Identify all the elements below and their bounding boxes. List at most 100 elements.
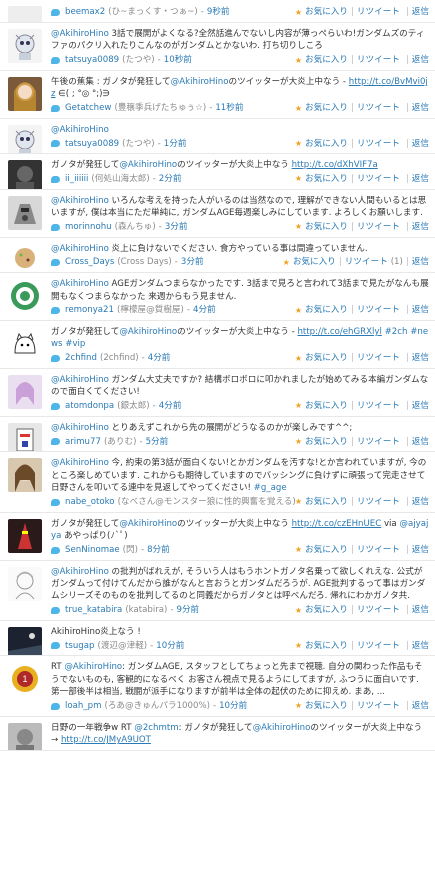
reply-button[interactable]: 返信 [412,604,429,616]
hashtag-link[interactable]: #vip [65,339,85,349]
favorite-button[interactable]: お気に入り [305,6,348,18]
user-avatar[interactable] [8,29,42,63]
username-link[interactable]: beemax2 [65,6,105,18]
retweet-button[interactable]: リツイート [357,436,400,448]
timestamp-link[interactable]: 9分前 [177,604,200,616]
username-link[interactable]: Cross_Days [65,256,114,268]
mention-link[interactable]: @AkihiroHino [51,279,109,289]
username-link[interactable]: Getatchew [65,102,111,114]
username-link[interactable]: loah_pm [65,700,101,712]
hashtag-link[interactable]: #g_age [254,483,287,493]
retweet-button[interactable]: リツイート [357,640,400,652]
retweet-button[interactable]: リツイート [357,544,400,556]
user-avatar[interactable] [8,160,42,189]
user-avatar[interactable] [8,124,42,154]
username-link[interactable]: tatsuya0089 [65,138,119,150]
reply-button[interactable]: 返信 [412,54,429,66]
mention-link[interactable]: @AkihiroHino [51,423,109,433]
timestamp-link[interactable]: 2分前 [159,173,182,185]
timestamp-link[interactable]: 4分前 [159,400,182,412]
user-avatar[interactable] [8,76,42,111]
reply-button[interactable]: 返信 [412,436,429,448]
reply-button[interactable]: 返信 [412,640,429,652]
reply-button[interactable]: 返信 [412,102,429,114]
reply-button[interactable]: 返信 [412,400,429,412]
user-avatar[interactable] [8,279,42,314]
favorite-button[interactable]: お気に入り [305,304,348,316]
reply-button[interactable]: 返信 [412,352,429,364]
timestamp-link[interactable]: 3分前 [181,256,204,268]
retweet-button[interactable]: リツイート [345,256,388,268]
username-link[interactable]: tsugap [65,640,94,652]
tweet-url-link[interactable]: http://t.co/dXhVIF7a [292,160,378,170]
username-link[interactable]: remonya21 [65,304,114,316]
favorite-button[interactable]: お気に入り [305,604,348,616]
hashtag-link[interactable]: #2ch [385,327,408,337]
timestamp-link[interactable]: 8分前 [147,544,170,556]
favorite-button[interactable]: お気に入り [305,221,348,233]
mention-link[interactable]: @AkihiroHino [51,125,109,135]
tweet-url-link[interactable]: http://t.co/JMyA9UOT [61,735,151,745]
user-avatar[interactable] [8,195,42,230]
timestamp-link[interactable]: 1分前 [164,138,187,150]
reply-button[interactable]: 返信 [412,544,429,556]
mention-link[interactable]: @AkihiroHino [51,375,109,385]
user-avatar[interactable] [8,722,42,750]
mention-link[interactable]: @2chmtm [134,723,178,733]
retweet-button[interactable]: リツイート [357,304,400,316]
user-avatar[interactable] [8,374,42,409]
favorite-button[interactable]: お気に入り [305,54,348,66]
user-avatar[interactable] [8,458,42,493]
user-avatar[interactable] [8,243,42,273]
favorite-button[interactable]: お気に入り [305,138,348,150]
reply-button[interactable]: 返信 [412,6,429,18]
timestamp-link[interactable]: 10分前 [156,640,184,652]
reply-button[interactable]: 返信 [412,496,429,508]
tweet-url-link[interactable]: http://t.co/czEHnUEC [292,519,382,529]
timestamp-link[interactable]: 10分前 [219,700,247,712]
timestamp-link[interactable]: 11秒前 [215,102,243,114]
username-link[interactable]: morinnohu [65,221,112,233]
mention-link[interactable]: @AkihiroHino [51,567,109,577]
retweet-button[interactable]: リツイート [357,352,400,364]
favorite-button[interactable]: お気に入り [305,400,348,412]
mention-link[interactable]: @AkihiroHino [51,244,109,254]
favorite-button[interactable]: お気に入り [305,700,348,712]
favorite-button[interactable]: お気に入り [305,640,348,652]
username-link[interactable]: SenNinomae [65,544,120,556]
mention-link[interactable]: @AkihiroHino [171,77,229,87]
retweet-button[interactable]: リツイート [357,400,400,412]
username-link[interactable]: true_katabira [65,604,122,616]
favorite-button[interactable]: お気に入り [305,173,348,185]
mention-link[interactable]: @AkihiroHino [119,160,177,170]
retweet-button[interactable]: リツイート [357,604,400,616]
mention-link[interactable]: @AkihiroHino [51,458,109,468]
retweet-button[interactable]: リツイート [357,700,400,712]
mention-link[interactable]: @AkihiroHino [51,196,109,206]
favorite-button[interactable]: お気に入り [305,352,348,364]
retweet-button[interactable]: リツイート [357,6,400,18]
username-link[interactable]: ii_iiiiii [65,173,88,185]
user-avatar[interactable] [8,422,42,452]
reply-button[interactable]: 返信 [412,304,429,316]
favorite-button[interactable]: お気に入り [305,102,348,114]
tweet-url-link[interactable]: http://t.co/ehGRXlyl [297,327,381,337]
reply-button[interactable]: 返信 [412,173,429,185]
timestamp-link[interactable]: 4分前 [148,352,171,364]
favorite-button[interactable]: お気に入り [305,496,348,508]
favorite-button[interactable]: お気に入り [305,544,348,556]
username-link[interactable]: arimu77 [65,436,101,448]
reply-button[interactable]: 返信 [412,138,429,150]
retweet-button[interactable]: リツイート [357,173,400,185]
timestamp-link[interactable]: 9秒前 [207,6,230,18]
timestamp-link[interactable]: 10秒前 [164,54,192,66]
user-avatar[interactable] [8,566,42,601]
username-link[interactable]: 2chfind [65,352,97,364]
retweet-button[interactable]: リツイート [357,221,400,233]
timestamp-link[interactable]: 3分前 [165,221,188,233]
retweet-button[interactable]: リツイート [357,102,400,114]
mention-link[interactable]: @AkihiroHino [51,29,109,39]
username-link[interactable]: tatsuya0089 [65,54,119,66]
mention-link[interactable]: @AkihiroHino [119,327,177,337]
user-avatar[interactable] [8,626,42,656]
